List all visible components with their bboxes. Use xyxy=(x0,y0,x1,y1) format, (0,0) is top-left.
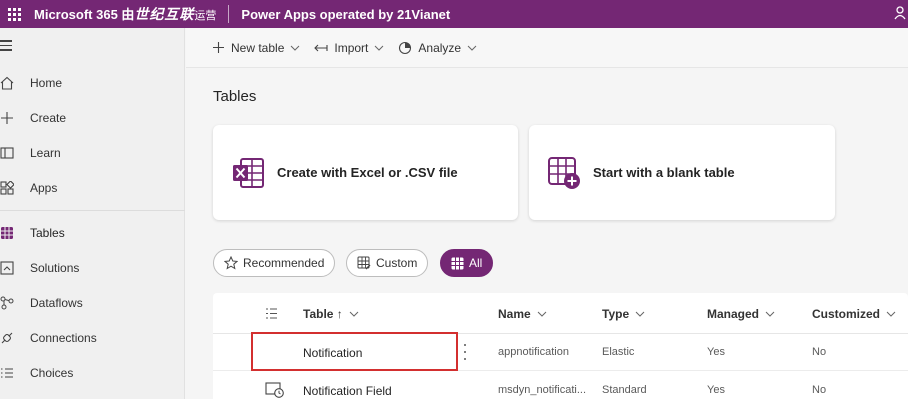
sidebar-item-choices[interactable]: Choices xyxy=(0,360,185,386)
brand-suffix: 运营 xyxy=(194,10,217,22)
excel-icon xyxy=(233,157,264,188)
card-label: Start with a blank table xyxy=(593,165,735,180)
page-title: Tables xyxy=(213,88,257,105)
custom-table-icon xyxy=(357,256,371,270)
star-icon xyxy=(224,256,238,270)
solutions-icon xyxy=(0,259,18,277)
plus-icon xyxy=(212,41,225,54)
cell-managed: Yes xyxy=(707,384,725,396)
filter-label: Custom xyxy=(376,256,418,270)
create-from-excel-card[interactable]: Create with Excel or .CSV file xyxy=(213,125,518,220)
top-bar: Microsoft 365 由世纪互联运营 Power Apps operate… xyxy=(0,0,908,28)
sidebar-item-tables[interactable]: Tables xyxy=(0,220,185,246)
import-button[interactable]: Import xyxy=(314,41,384,55)
sidebar-item-label: Connections xyxy=(30,331,97,345)
new-table-button[interactable]: New table xyxy=(212,41,300,55)
column-header-customized[interactable]: Customized xyxy=(812,307,896,321)
new-table-label: New table xyxy=(231,40,285,55)
sidebar-item-apps[interactable]: Apps xyxy=(0,175,185,201)
cell-managed: Yes xyxy=(707,346,725,358)
account-icon[interactable] xyxy=(894,6,906,20)
chevron-down-icon xyxy=(765,311,775,317)
sidebar-item-label: Learn xyxy=(30,146,61,160)
column-header-managed[interactable]: Managed xyxy=(707,307,775,321)
book-icon xyxy=(0,144,18,162)
sidebar: Home Create Learn Apps Tables Solutions xyxy=(0,28,185,399)
table-icon xyxy=(0,224,18,242)
chevron-down-icon xyxy=(886,311,896,317)
card-label: Create with Excel or .CSV file xyxy=(277,165,458,180)
chevron-down-icon xyxy=(467,45,477,51)
sidebar-item-create[interactable]: Create xyxy=(0,105,185,131)
hamburger-menu-icon[interactable] xyxy=(0,40,14,52)
brand-cn: 世纪互联 xyxy=(134,6,195,22)
column-header-label: Type xyxy=(602,307,630,321)
chevron-down-icon xyxy=(349,311,359,317)
cell-name: msdyn_notificati... xyxy=(498,384,587,396)
sidebar-item-label: Dataflows xyxy=(30,296,83,310)
cell-customized: No xyxy=(812,346,827,358)
sidebar-item-label: Apps xyxy=(30,181,58,195)
sidebar-item-label: Choices xyxy=(30,366,74,380)
sidebar-item-learn[interactable]: Learn xyxy=(0,140,185,166)
sidebar-item-label: Create xyxy=(30,111,67,125)
column-header-label: Name xyxy=(498,307,531,321)
app-name[interactable]: Power Apps operated by 21Vianet xyxy=(241,7,450,22)
analyze-icon xyxy=(398,41,412,55)
blank-table-card[interactable]: Start with a blank table xyxy=(529,125,835,220)
import-arrow-icon xyxy=(314,43,328,53)
analyze-button[interactable]: Analyze xyxy=(398,41,477,55)
sidebar-divider xyxy=(0,210,185,211)
filter-label: All xyxy=(469,256,483,270)
chevron-down-icon xyxy=(537,311,547,317)
highlight-box xyxy=(251,332,458,371)
cell-type: Standard xyxy=(602,384,647,396)
sidebar-item-label: Tables xyxy=(30,226,65,240)
notification-field-icon xyxy=(265,382,285,399)
cell-name: appnotification xyxy=(498,346,569,358)
grid-icon xyxy=(451,257,464,270)
column-header-label: Customized xyxy=(812,307,881,321)
chevron-down-icon xyxy=(374,45,384,51)
table-row[interactable]: Notification Field msdyn_notificati... S… xyxy=(213,372,908,399)
plus-icon xyxy=(0,109,18,127)
brand-title[interactable]: Microsoft 365 由世纪互联运营 xyxy=(34,4,216,24)
column-header-label: Table ↑ xyxy=(303,307,343,321)
topbar-divider xyxy=(228,5,230,23)
analyze-label: Analyze xyxy=(418,40,462,55)
sidebar-item-label: Home xyxy=(30,76,63,90)
sidebar-item-connections[interactable]: Connections xyxy=(0,325,185,351)
dataflows-icon xyxy=(0,294,18,312)
cell-table[interactable]: Notification Field xyxy=(303,384,392,398)
home-icon xyxy=(0,74,18,92)
sidebar-item-solutions[interactable]: Solutions xyxy=(0,255,185,281)
filter-all[interactable]: All xyxy=(440,249,494,277)
select-columns-icon[interactable] xyxy=(265,307,278,320)
column-header-name[interactable]: Name xyxy=(498,307,547,321)
sidebar-item-label: Solutions xyxy=(30,261,80,275)
app-launcher-icon[interactable] xyxy=(0,0,28,28)
chevron-down-icon xyxy=(290,45,300,51)
apps-icon xyxy=(0,179,18,197)
cell-customized: No xyxy=(812,384,827,396)
brand-prefix: Microsoft 365 由 xyxy=(34,7,135,22)
import-label: Import xyxy=(334,40,369,55)
choices-icon xyxy=(0,364,18,382)
connections-icon xyxy=(0,329,18,347)
column-header-type[interactable]: Type xyxy=(602,307,645,321)
chevron-down-icon xyxy=(635,311,645,317)
cell-type: Elastic xyxy=(602,346,635,358)
filter-label: Recommended xyxy=(243,256,325,270)
filter-custom[interactable]: Custom xyxy=(346,249,429,277)
column-header-label: Managed xyxy=(707,307,760,321)
sidebar-item-home[interactable]: Home xyxy=(0,70,185,96)
command-bar: New table Import Analyze xyxy=(186,28,908,68)
table-header-row: Table ↑ Name Type Managed Customized xyxy=(213,293,908,334)
column-header-table[interactable]: Table ↑ xyxy=(303,307,359,321)
blank-table-icon xyxy=(548,156,580,189)
filter-recommended[interactable]: Recommended xyxy=(213,249,336,277)
sidebar-item-dataflows[interactable]: Dataflows xyxy=(0,290,185,316)
more-options-icon[interactable] xyxy=(464,344,468,360)
